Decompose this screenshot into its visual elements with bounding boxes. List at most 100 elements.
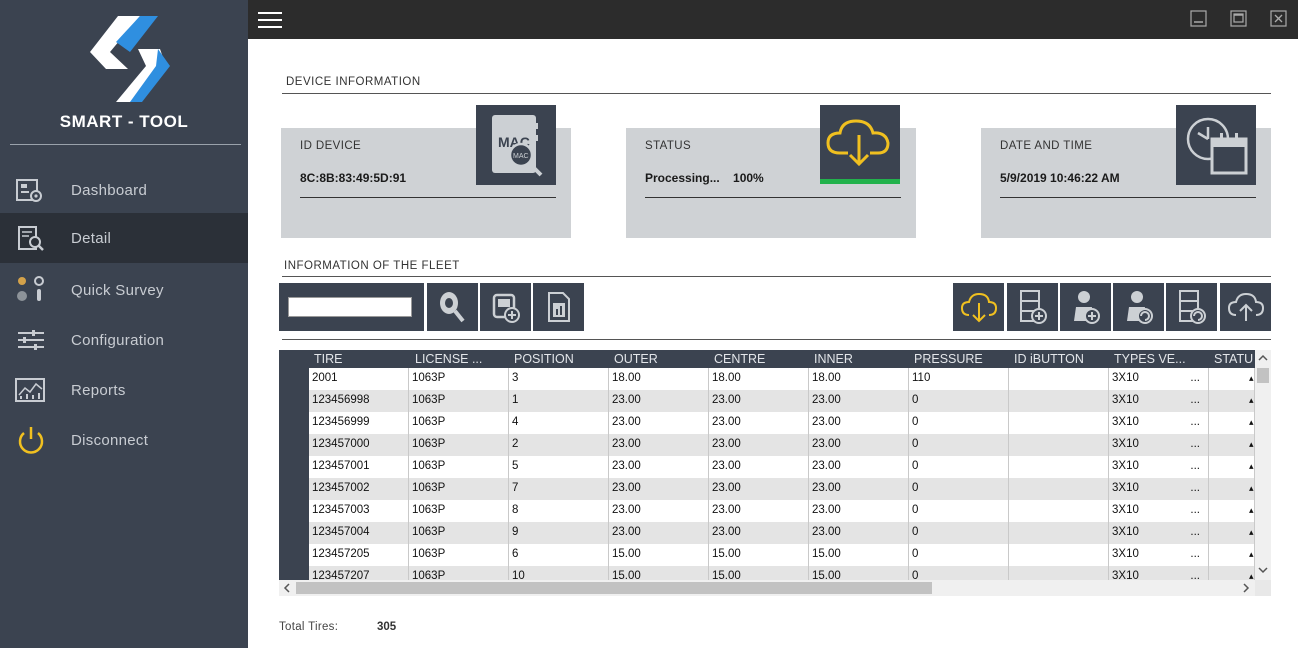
table-cell[interactable]: 3X10... — [1109, 390, 1209, 412]
table-cell[interactable]: 23.00 — [709, 522, 809, 544]
table-cell[interactable]: 23.00 — [809, 434, 909, 456]
close-icon[interactable] — [1270, 10, 1287, 27]
table-cell[interactable]: 23.00 — [809, 456, 909, 478]
table-cell[interactable]: ▴ — [1209, 434, 1255, 456]
table-cell[interactable]: 15.00 — [809, 566, 909, 580]
table-cell[interactable]: 0 — [909, 478, 1009, 500]
table-cell[interactable]: ▴ — [1209, 566, 1255, 580]
nav-item-quick-survey[interactable]: Quick Survey — [0, 265, 248, 315]
table-cell[interactable]: 15.00 — [609, 566, 709, 580]
column-header-id-ibutton[interactable]: ID iBUTTON — [1014, 352, 1109, 366]
table-row[interactable]: 123457004 1063P 9 23.00 23.00 23.00 0 3X10... ▴ — [309, 522, 1255, 544]
table-cell[interactable] — [1009, 412, 1109, 434]
table-cell[interactable]: 1063P — [409, 478, 509, 500]
status-dropdown-icon[interactable]: ▴ — [1249, 500, 1254, 521]
table-cell[interactable]: 1063P — [409, 500, 509, 522]
table-cell[interactable]: 23.00 — [709, 500, 809, 522]
table-row[interactable]: 123457003 1063P 8 23.00 23.00 23.00 0 3X10... ▴ — [309, 500, 1255, 522]
table-cell[interactable]: 1 — [509, 390, 609, 412]
table-cell[interactable]: 5 — [509, 456, 609, 478]
table-cell[interactable]: 110 — [909, 368, 1009, 390]
table-cell[interactable]: 1063P — [409, 368, 509, 390]
type-picker-button[interactable]: ... — [1190, 390, 1200, 411]
column-header-position[interactable]: POSITION — [514, 352, 609, 366]
status-dropdown-icon[interactable]: ▴ — [1249, 368, 1254, 389]
type-picker-button[interactable]: ... — [1190, 522, 1200, 543]
column-header-license[interactable]: LICENSE ... — [415, 352, 510, 366]
table-cell[interactable]: 3X10... — [1109, 500, 1209, 522]
table-cell[interactable]: ▴ — [1209, 368, 1255, 390]
sync-table-button[interactable] — [1166, 283, 1217, 331]
fleet-table[interactable]: TIRE LICENSE ... POSITION OUTER CENTRE I… — [279, 350, 1271, 596]
column-header-pressure[interactable]: PRESSURE — [914, 352, 1009, 366]
table-cell[interactable]: 15.00 — [809, 544, 909, 566]
table-cell[interactable]: 123457001 — [309, 456, 409, 478]
table-cell[interactable] — [1009, 478, 1109, 500]
table-cell[interactable]: 123457207 — [309, 566, 409, 580]
table-cell[interactable]: ▴ — [1209, 478, 1255, 500]
table-row[interactable]: 123457002 1063P 7 23.00 23.00 23.00 0 3X10... ▴ — [309, 478, 1255, 500]
add-mechanic-button[interactable] — [1060, 283, 1111, 331]
add-row-button[interactable] — [1007, 283, 1058, 331]
status-dropdown-icon[interactable]: ▴ — [1249, 456, 1254, 477]
status-dropdown-icon[interactable]: ▴ — [1249, 544, 1254, 565]
nav-item-dashboard[interactable]: Dashboard — [0, 165, 248, 215]
table-cell[interactable]: 3X10... — [1109, 478, 1209, 500]
table-cell[interactable]: 0 — [909, 390, 1009, 412]
status-dropdown-icon[interactable]: ▴ — [1249, 478, 1254, 499]
table-cell[interactable]: 3X10... — [1109, 544, 1209, 566]
table-cell[interactable]: 3X10... — [1109, 566, 1209, 580]
table-cell[interactable]: 123456999 — [309, 412, 409, 434]
column-header-tire[interactable]: TIRE — [314, 352, 409, 366]
table-cell[interactable]: 1063P — [409, 544, 509, 566]
table-cell[interactable]: 23.00 — [609, 522, 709, 544]
table-cell[interactable]: 3X10... — [1109, 434, 1209, 456]
table-cell[interactable]: 3X10... — [1109, 412, 1209, 434]
status-dropdown-icon[interactable]: ▴ — [1249, 434, 1254, 455]
table-cell[interactable]: 15.00 — [709, 566, 809, 580]
vertical-scroll-thumb[interactable] — [1257, 368, 1269, 383]
table-cell[interactable]: 1063P — [409, 390, 509, 412]
status-dropdown-icon[interactable]: ▴ — [1249, 522, 1254, 543]
type-picker-button[interactable]: ... — [1190, 566, 1200, 580]
table-cell[interactable]: 23.00 — [809, 390, 909, 412]
table-cell[interactable]: 0 — [909, 544, 1009, 566]
table-cell[interactable]: 0 — [909, 412, 1009, 434]
table-cell[interactable]: 0 — [909, 522, 1009, 544]
scroll-left-icon[interactable] — [283, 583, 291, 593]
column-header-outer[interactable]: OUTER — [614, 352, 709, 366]
table-cell[interactable]: ▴ — [1209, 500, 1255, 522]
table-row[interactable]: 123456999 1063P 4 23.00 23.00 23.00 0 3X10... ▴ — [309, 412, 1255, 434]
export-excel-button[interactable] — [533, 283, 584, 331]
table-cell[interactable]: 3 — [509, 368, 609, 390]
table-cell[interactable] — [1009, 522, 1109, 544]
nav-item-reports[interactable]: Reports — [0, 365, 248, 415]
table-cell[interactable]: 23.00 — [709, 390, 809, 412]
type-picker-button[interactable]: ... — [1190, 500, 1200, 521]
table-cell[interactable]: 2 — [509, 434, 609, 456]
table-cell[interactable]: 0 — [909, 456, 1009, 478]
table-cell[interactable]: 1063P — [409, 456, 509, 478]
table-cell[interactable]: 23.00 — [609, 390, 709, 412]
scroll-down-icon[interactable] — [1258, 566, 1268, 574]
table-cell[interactable]: 23.00 — [709, 434, 809, 456]
table-cell[interactable]: ▴ — [1209, 456, 1255, 478]
table-cell[interactable]: 23.00 — [809, 522, 909, 544]
table-cell[interactable]: 0 — [909, 566, 1009, 580]
table-cell[interactable]: 4 — [509, 412, 609, 434]
horizontal-scrollbar[interactable] — [279, 580, 1255, 596]
table-cell[interactable]: 18.00 — [709, 368, 809, 390]
status-dropdown-icon[interactable]: ▴ — [1249, 412, 1254, 433]
table-cell[interactable]: 3X10... — [1109, 456, 1209, 478]
upload-button[interactable] — [1220, 283, 1271, 331]
filter-input[interactable] — [288, 297, 412, 317]
table-cell[interactable]: 0 — [909, 434, 1009, 456]
table-cell[interactable] — [1009, 544, 1109, 566]
column-header-inner[interactable]: INNER — [814, 352, 909, 366]
table-cell[interactable]: 15.00 — [709, 544, 809, 566]
table-cell[interactable]: 23.00 — [809, 478, 909, 500]
table-cell[interactable]: 23.00 — [709, 412, 809, 434]
table-cell[interactable] — [1009, 456, 1109, 478]
table-cell[interactable]: 15.00 — [609, 544, 709, 566]
table-cell[interactable]: 3X10... — [1109, 368, 1209, 390]
